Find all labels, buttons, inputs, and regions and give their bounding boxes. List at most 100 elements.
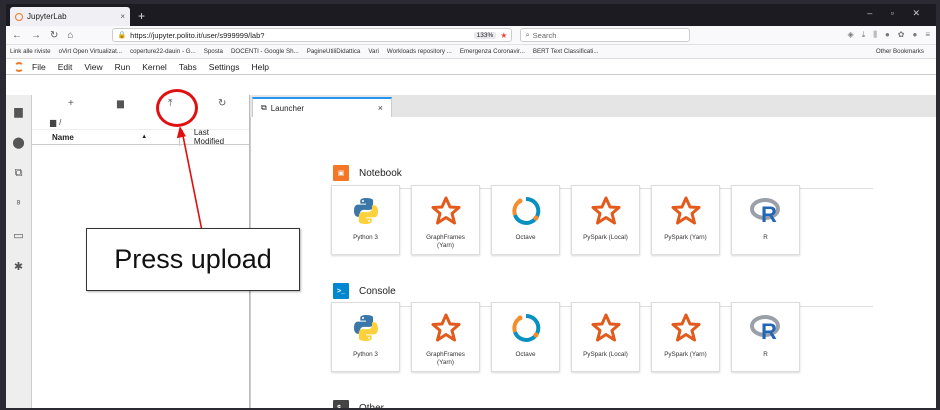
other-bookmarks[interactable]: Other Bookmarks bbox=[876, 48, 924, 55]
menu-help[interactable]: Help bbox=[252, 62, 269, 72]
spark-star-icon bbox=[671, 313, 700, 342]
extension-manager-icon[interactable]: ✱ bbox=[13, 260, 25, 273]
launcher-card[interactable]: PySpark (Yarn) bbox=[651, 185, 720, 255]
bookmark-item[interactable]: DOCENTI - Google Sh... bbox=[231, 48, 299, 55]
lock-icon: 🔒 bbox=[117, 32, 127, 39]
launcher-card-label: PySpark (Local) bbox=[583, 234, 628, 241]
bookmark-item[interactable]: Link alle riviste bbox=[10, 48, 51, 55]
bookmark-item[interactable]: oVirt Open Virtualizat... bbox=[59, 48, 122, 55]
menu-tabs[interactable]: Tabs bbox=[179, 62, 197, 72]
menu-icon[interactable]: ≡ bbox=[925, 30, 930, 40]
home-icon[interactable]: ⌂ bbox=[67, 30, 73, 41]
launcher-card[interactable]: GraphFrames (Yarn) bbox=[411, 185, 480, 255]
bookmark-item[interactable]: PagineUtiliDidattica bbox=[307, 48, 361, 55]
zoom-level[interactable]: 133% bbox=[473, 31, 497, 39]
svg-text:R: R bbox=[761, 202, 777, 227]
git-icon[interactable]: ⁸ bbox=[13, 198, 25, 210]
new-launcher-button[interactable]: + bbox=[68, 98, 74, 109]
launcher-card[interactable]: PySpark (Local) bbox=[571, 302, 640, 372]
bookmark-item[interactable]: Vari bbox=[368, 48, 379, 55]
back-icon[interactable]: ← bbox=[12, 30, 22, 41]
extensions-area: ◈ ⤓ ⫼ ● ✿ ● ≡ bbox=[848, 30, 930, 40]
menu-view[interactable]: View bbox=[84, 62, 102, 72]
extension-icon[interactable]: ✿ bbox=[898, 30, 905, 40]
launcher-section-other: $_ Other bbox=[333, 400, 384, 408]
launcher-card[interactable]: GraphFrames (Yarn) bbox=[411, 302, 480, 372]
jupyter-menu-bar: File Edit View Run Kernel Tabs Settings … bbox=[6, 59, 936, 75]
home-folder-icon[interactable]: ▆ bbox=[50, 118, 56, 127]
launcher-card-label: GraphFrames (Yarn) bbox=[426, 234, 465, 249]
launcher-card[interactable]: PySpark (Yarn) bbox=[651, 302, 720, 372]
file-browser-toolbar: + ▆ ⤒ ↻ bbox=[32, 95, 249, 115]
launcher-card-label: PySpark (Yarn) bbox=[664, 234, 707, 241]
launcher-section-notebook: ▣ Notebook bbox=[333, 165, 402, 181]
spark-star-icon bbox=[671, 196, 700, 225]
file-list-header: Name ▲ Last Modified bbox=[32, 128, 249, 146]
launcher-card-label: Python 3 bbox=[353, 234, 378, 241]
launcher-card[interactable]: RR bbox=[731, 185, 800, 255]
close-icon[interactable]: × bbox=[378, 103, 383, 113]
shield-icon[interactable]: ◈ bbox=[848, 30, 854, 40]
launcher-card[interactable]: Python 3 bbox=[331, 302, 400, 372]
library-icon[interactable]: ⫼ bbox=[873, 30, 877, 40]
octave-icon bbox=[511, 196, 540, 225]
url-bar[interactable]: 🔒 https://jupyter.polito.it/user/s999999… bbox=[112, 28, 513, 42]
search-input[interactable]: ⌕ Search bbox=[520, 28, 691, 42]
bookmark-item[interactable]: BERT Text Classificati... bbox=[533, 48, 599, 55]
dock-tab-bar: ⧉ Launcher × bbox=[250, 95, 936, 117]
octave-icon bbox=[511, 313, 540, 342]
annotation-circle bbox=[156, 89, 198, 127]
launcher-section-console: >_ Console bbox=[333, 283, 396, 299]
bookmark-star-icon[interactable]: ★ bbox=[500, 31, 507, 40]
main-dock-panel: ⧉ Launcher × ▣ Notebook Python 3 GraphFrame… bbox=[250, 95, 936, 408]
running-icon[interactable]: ⬤ bbox=[12, 136, 24, 149]
new-tab-button[interactable]: + bbox=[138, 9, 145, 23]
notebook-section-icon: ▣ bbox=[333, 165, 349, 181]
refresh-button[interactable]: ↻ bbox=[218, 98, 226, 109]
launcher-card-label: R bbox=[763, 234, 768, 241]
forward-icon[interactable]: → bbox=[31, 30, 41, 41]
extension-icon[interactable]: ● bbox=[885, 30, 890, 40]
tab-launcher[interactable]: ⧉ Launcher × bbox=[252, 97, 392, 117]
launcher-tab-label: Launcher bbox=[270, 103, 305, 113]
commands-icon[interactable]: ⧉ bbox=[13, 167, 25, 179]
breadcrumb-path[interactable]: / bbox=[59, 118, 61, 127]
window-controls[interactable]: – ▫ ✕ bbox=[867, 8, 928, 19]
sort-ascending-icon[interactable]: ▲ bbox=[141, 134, 179, 140]
launcher-card[interactable]: PySpark (Local) bbox=[571, 185, 640, 255]
menu-run[interactable]: Run bbox=[115, 62, 131, 72]
column-last-modified[interactable]: Last Modified bbox=[178, 128, 249, 146]
launcher-card-label: Octave bbox=[515, 234, 536, 241]
bookmark-item[interactable]: Sposta bbox=[204, 48, 223, 55]
search-icon: ⌕ bbox=[525, 30, 530, 39]
launcher-card[interactable]: Octave bbox=[491, 185, 560, 255]
reload-icon[interactable]: ↻ bbox=[50, 30, 58, 41]
spark-star-icon bbox=[431, 313, 460, 342]
launcher-card[interactable]: Python 3 bbox=[331, 185, 400, 255]
menu-edit[interactable]: Edit bbox=[58, 62, 73, 72]
menu-settings[interactable]: Settings bbox=[209, 62, 240, 72]
download-icon[interactable]: ⤓ bbox=[862, 30, 866, 40]
folder-icon[interactable]: ▆ bbox=[13, 105, 25, 118]
tabs-icon[interactable]: ▭ bbox=[13, 229, 25, 242]
launcher-card[interactable]: Octave bbox=[491, 302, 560, 372]
bookmark-item[interactable]: Emergenza Coronavir... bbox=[460, 48, 525, 55]
launcher-card-label: PySpark (Yarn) bbox=[664, 351, 707, 358]
new-folder-button[interactable]: ▆ bbox=[117, 98, 124, 109]
launcher-tab-icon: ⧉ bbox=[261, 103, 267, 112]
extension-icon[interactable]: ● bbox=[912, 30, 917, 40]
python-icon bbox=[353, 315, 378, 341]
column-name[interactable]: Name bbox=[32, 133, 141, 142]
launcher-card-label: GraphFrames (Yarn) bbox=[426, 351, 465, 366]
browser-tab-jupyterlab[interactable]: JupyterLab × bbox=[10, 7, 130, 26]
close-tab-icon[interactable]: × bbox=[120, 12, 125, 21]
bookmark-item[interactable]: Workloads repository ... bbox=[387, 48, 452, 55]
launcher-card[interactable]: RR bbox=[731, 302, 800, 372]
launcher-card-row: Python 3 GraphFrames (Yarn) Octave PySpark … bbox=[331, 302, 800, 372]
annotation-callout: Press upload bbox=[86, 228, 300, 291]
launcher-section-title: Console bbox=[359, 285, 396, 297]
breadcrumb[interactable]: ▆ / bbox=[32, 115, 249, 129]
menu-file[interactable]: File bbox=[32, 62, 46, 72]
bookmark-item[interactable]: coperture22-dauin - G... bbox=[130, 48, 196, 55]
menu-kernel[interactable]: Kernel bbox=[142, 62, 167, 72]
